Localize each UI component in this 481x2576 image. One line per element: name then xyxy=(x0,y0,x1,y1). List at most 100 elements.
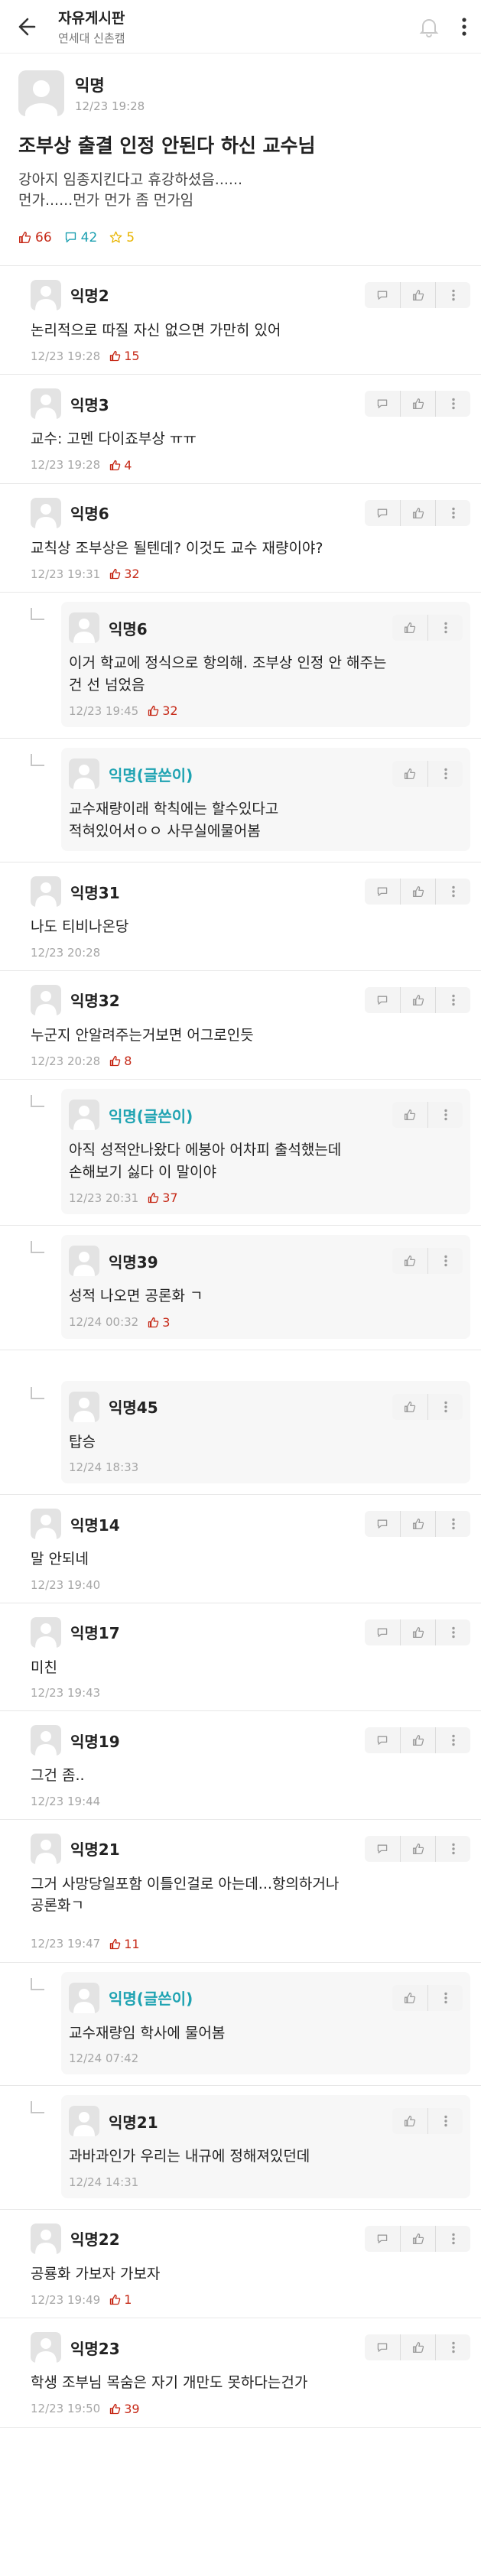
avatar xyxy=(31,984,61,1015)
like-button[interactable] xyxy=(400,499,435,526)
comment-text-line: 공룡화 가보자 가보자 xyxy=(31,2265,161,2282)
reply-button[interactable] xyxy=(365,1619,400,1645)
board-info[interactable]: 자유게시판 연세대 신촌캠 xyxy=(58,7,418,46)
comment-meta: 12/23 19:44 xyxy=(31,1795,470,1808)
reply-button[interactable] xyxy=(365,500,400,526)
thumbs-up-icon xyxy=(412,886,424,898)
comment-meta: 12/24 00:32 3 xyxy=(69,1315,463,1330)
more-button[interactable] xyxy=(427,761,463,788)
comment-actions xyxy=(365,879,470,905)
comment-author: 익명3 xyxy=(31,388,109,420)
like-button[interactable] xyxy=(400,2225,435,2252)
post-like-count[interactable]: 66 xyxy=(18,230,52,245)
more-vertical-icon xyxy=(444,1109,447,1121)
comment-author-name: 익명19 xyxy=(70,1732,120,1751)
like-button[interactable] xyxy=(400,1835,435,1862)
comment-like-value: 1 xyxy=(124,2292,132,2308)
more-button[interactable] xyxy=(435,1835,470,1862)
more-button[interactable] xyxy=(435,499,470,526)
reply-button[interactable] xyxy=(365,1727,400,1753)
more-button[interactable] xyxy=(427,1248,463,1275)
avatar xyxy=(31,1616,61,1648)
comment-author: 익명6 xyxy=(31,497,109,528)
like-button[interactable] xyxy=(392,2108,427,2134)
avatar xyxy=(69,1100,99,1131)
like-button[interactable] xyxy=(400,1619,435,1645)
post-time: 12/23 19:28 xyxy=(75,99,145,113)
more-vertical-icon[interactable] xyxy=(461,17,467,37)
back-arrow-icon[interactable] xyxy=(14,15,44,38)
comment-author: 익명31 xyxy=(31,876,120,908)
comment-actions xyxy=(365,986,470,1013)
thumbs-up-icon xyxy=(404,1256,416,1267)
more-button[interactable] xyxy=(435,986,470,1013)
like-button[interactable] xyxy=(392,1248,427,1274)
like-button[interactable] xyxy=(400,281,435,308)
like-button[interactable] xyxy=(392,1985,427,2011)
post-like-value: 66 xyxy=(35,229,52,245)
reply-button[interactable] xyxy=(365,2226,400,2252)
like-button[interactable] xyxy=(400,879,435,905)
post-scrap-count[interactable]: 5 xyxy=(109,230,135,245)
comment-text: 공룡화 가보자 가보자 xyxy=(31,2263,470,2285)
reply-button[interactable] xyxy=(365,2334,400,2360)
like-button[interactable] xyxy=(400,986,435,1013)
reply-card: 익명(글쓴이) 아직 성적안나왔다 에붕아 어차피 출석했는데 손해보기 싫다 이 … xyxy=(61,1089,470,1215)
like-button[interactable] xyxy=(392,1394,427,1420)
reply-button[interactable] xyxy=(365,1511,400,1537)
comment-text-line: 공론화ㄱ xyxy=(31,1897,84,1915)
comment-author: 익명23 xyxy=(31,2332,120,2363)
more-button[interactable] xyxy=(435,281,470,308)
more-button[interactable] xyxy=(435,879,470,905)
comment-author: 익명21 xyxy=(69,2106,158,2137)
reply-button[interactable] xyxy=(365,987,400,1013)
reply-button[interactable] xyxy=(365,879,400,905)
comment-icon xyxy=(65,232,76,243)
like-button[interactable] xyxy=(400,1511,435,1538)
comment-icon xyxy=(377,1736,388,1746)
like-button[interactable] xyxy=(392,1102,427,1128)
more-button[interactable] xyxy=(435,2225,470,2252)
more-button[interactable] xyxy=(427,1102,463,1129)
comment-author-name: 익명21 xyxy=(109,2113,158,2132)
reply-button[interactable] xyxy=(365,1836,400,1862)
more-button[interactable] xyxy=(435,1619,470,1645)
comment-time: 12/23 19:45 xyxy=(69,703,139,718)
reply-card: 익명21 과바과인가 우리는 내규에 정해져있던데 12/24 14:31 xyxy=(61,2095,470,2198)
like-button[interactable] xyxy=(400,2334,435,2361)
comment-author-name: 익명6 xyxy=(70,505,109,524)
comment-item: 익명14 말 안되네 12/23 19:40 xyxy=(0,1495,481,1603)
comment-time: 12/23 19:43 xyxy=(31,1686,101,1701)
like-button[interactable] xyxy=(400,391,435,417)
more-button[interactable] xyxy=(435,1727,470,1754)
more-button[interactable] xyxy=(427,1984,463,2011)
comment-actions xyxy=(392,2108,463,2135)
like-button[interactable] xyxy=(392,761,427,787)
bell-icon[interactable] xyxy=(418,16,440,37)
more-button[interactable] xyxy=(435,391,470,417)
avatar xyxy=(18,70,64,116)
like-button[interactable] xyxy=(392,615,427,641)
more-button[interactable] xyxy=(427,615,463,642)
comment-time: 12/23 19:28 xyxy=(31,458,101,473)
more-button[interactable] xyxy=(427,1393,463,1420)
thumbs-up-icon xyxy=(404,622,416,634)
reply-button[interactable] xyxy=(365,282,400,308)
more-button[interactable] xyxy=(435,2334,470,2361)
reply-arrow-icon xyxy=(31,754,44,767)
more-button[interactable] xyxy=(435,1511,470,1538)
more-vertical-icon xyxy=(451,1519,455,1530)
comment-author: 익명21 xyxy=(31,1833,120,1864)
comment-actions xyxy=(392,1984,463,2011)
comment-icon xyxy=(377,1519,388,1529)
comment-actions xyxy=(392,1248,463,1275)
comment-like-count: 37 xyxy=(148,1191,178,1205)
comment-time: 12/23 19:31 xyxy=(31,567,101,581)
more-button[interactable] xyxy=(427,2108,463,2135)
more-vertical-icon xyxy=(451,398,455,410)
like-button[interactable] xyxy=(400,1727,435,1754)
comment-author: 익명(글쓴이) xyxy=(69,1100,193,1131)
comment-text: 과바과인가 우리는 내규에 정해져있던데 xyxy=(69,2146,463,2168)
comment-icon xyxy=(377,1844,388,1853)
reply-button[interactable] xyxy=(365,391,400,417)
